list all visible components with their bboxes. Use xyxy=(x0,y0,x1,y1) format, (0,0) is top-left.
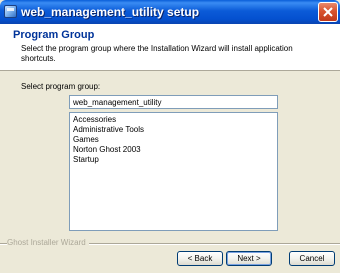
program-group-input[interactable] xyxy=(69,95,278,109)
app-icon xyxy=(4,5,17,18)
cancel-button[interactable]: Cancel xyxy=(289,251,335,266)
list-item[interactable]: Startup xyxy=(70,155,277,165)
next-button[interactable]: Next > xyxy=(226,251,272,266)
close-button[interactable] xyxy=(318,2,338,22)
installer-brand-label: Ghost Installer Wizard xyxy=(7,238,89,247)
program-group-label: Select program group: xyxy=(21,82,101,91)
list-item[interactable]: Games xyxy=(70,135,277,145)
page-description: Select the program group where the Insta… xyxy=(21,44,293,63)
title-bar[interactable]: web_management_utility setup xyxy=(0,0,340,24)
program-group-list[interactable]: Accessories Administrative Tools Games N… xyxy=(69,112,278,231)
list-item[interactable]: Administrative Tools xyxy=(70,125,277,135)
page-title: Program Group xyxy=(13,29,95,41)
setup-window: web_management_utility setup Program Gro… xyxy=(0,0,340,273)
list-item[interactable]: Norton Ghost 2003 xyxy=(70,145,277,155)
list-item[interactable]: Accessories xyxy=(70,115,277,125)
header-panel: Program Group Select the program group w… xyxy=(0,24,340,71)
window-title: web_management_utility setup xyxy=(21,5,200,19)
close-icon xyxy=(323,7,333,17)
back-button[interactable]: < Back xyxy=(177,251,223,266)
